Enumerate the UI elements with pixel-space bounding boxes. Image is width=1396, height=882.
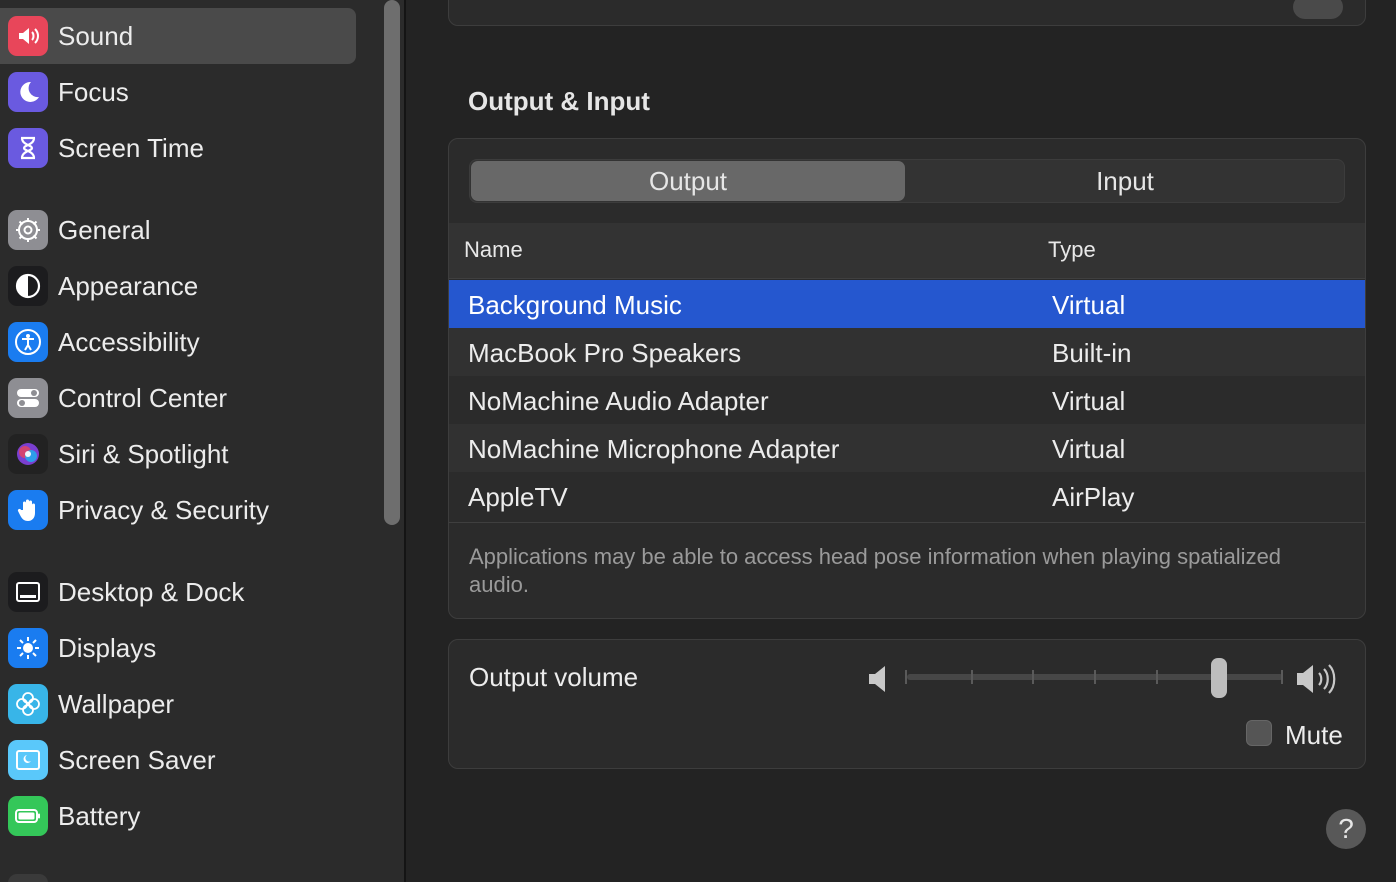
- output-volume-label: Output volume: [469, 662, 639, 692]
- sidebar-item-label: Screen Time: [58, 132, 204, 163]
- sidebar-item-label: Control Center: [58, 382, 228, 413]
- sidebar: Sound Focus Screen Time General Appearan…: [0, 0, 406, 882]
- output-volume-card: Output volume Mute: [448, 639, 1366, 769]
- siri-icon: [8, 434, 48, 474]
- sidebar-item-label: Appearance: [58, 270, 199, 301]
- device-type: Built-in: [1052, 338, 1132, 368]
- sidebar-item-battery[interactable]: Battery: [0, 788, 356, 844]
- sidebar-item-screen-saver[interactable]: Screen Saver: [0, 732, 356, 788]
- sidebar-item-appearance[interactable]: Appearance: [0, 258, 356, 314]
- hand-icon: [8, 490, 48, 530]
- toggle-switch[interactable]: [1293, 0, 1343, 19]
- sidebar-item-label: Displays: [58, 632, 157, 663]
- table-row[interactable]: NoMachine Audio Adapter Virtual: [449, 376, 1365, 424]
- sidebar-item-label: Accessibility: [58, 326, 200, 357]
- sidebar-item-siri-spotlight[interactable]: Siri & Spotlight: [0, 426, 356, 482]
- sun-icon: [8, 628, 48, 668]
- table-divider: [449, 522, 1365, 523]
- hourglass-icon: [8, 128, 48, 168]
- sidebar-item-label: Screen Saver: [58, 744, 216, 775]
- speaker-high-icon: [1297, 664, 1336, 694]
- head-pose-footnote: Applications may be able to access head …: [469, 544, 1282, 597]
- sidebar-item-label: Privacy & Security: [58, 494, 269, 525]
- device-type: Virtual: [1052, 386, 1126, 416]
- sidebar-item-general[interactable]: General: [0, 202, 356, 258]
- dock-icon: [8, 572, 48, 612]
- sidebar-item-label: Focus: [58, 76, 129, 107]
- table-row[interactable]: AppleTV AirPlay: [449, 472, 1365, 520]
- sidebar-item-label: Desktop & Dock: [58, 576, 245, 607]
- help-button[interactable]: ?: [1326, 809, 1366, 849]
- speaker-low-icon: [869, 666, 885, 692]
- sidebar-item-wallpaper[interactable]: Wallpaper: [0, 676, 356, 732]
- slider-tick: [1156, 670, 1158, 684]
- toggles-icon: [8, 378, 48, 418]
- sidebar-item-privacy-security[interactable]: Privacy & Security: [0, 482, 356, 538]
- main-pane: Output & Input Output Input Name Type Ba…: [408, 0, 1396, 882]
- sidebar-item-label: Wallpaper: [58, 688, 175, 719]
- output-input-segmented-control: Output Input: [469, 159, 1345, 203]
- device-type: Virtual: [1052, 290, 1126, 320]
- mute-checkbox[interactable]: [1246, 720, 1272, 746]
- sidebar-item-focus[interactable]: Focus: [0, 64, 356, 120]
- device-name: AppleTV: [468, 482, 568, 512]
- table-row[interactable]: Background Music Virtual: [449, 280, 1365, 328]
- table-row[interactable]: MacBook Pro Speakers Built-in: [449, 328, 1365, 376]
- device-type: AirPlay: [1052, 482, 1135, 512]
- sidebar-item-screen-time[interactable]: Screen Time: [0, 120, 356, 176]
- column-header-type[interactable]: Type: [1048, 237, 1096, 263]
- sidebar-item-sound[interactable]: Sound: [0, 8, 356, 64]
- column-header-name[interactable]: Name: [464, 237, 523, 263]
- sidebar-item-accessibility[interactable]: Accessibility: [0, 314, 356, 370]
- appearance-icon: [8, 266, 48, 306]
- sidebar-item-desktop-dock[interactable]: Desktop & Dock: [0, 564, 356, 620]
- device-name: NoMachine Audio Adapter: [468, 386, 769, 416]
- volume-slider-knob[interactable]: [1211, 658, 1228, 698]
- slider-tick: [1032, 670, 1034, 684]
- sidebar-item-label: Sound: [58, 20, 134, 51]
- slider-tick: [971, 670, 973, 684]
- sidebar-item-label: Battery: [58, 800, 141, 831]
- screensaver-icon: [8, 740, 48, 780]
- output-input-card: Output Input Name Type Background Music …: [448, 138, 1366, 619]
- sidebar-item-label: General: [58, 214, 151, 245]
- accessibility-icon: [8, 322, 48, 362]
- gear-icon: [8, 210, 48, 250]
- table-header: Name Type: [449, 223, 1365, 279]
- previous-settings-card: [448, 0, 1366, 26]
- slider-tick: [905, 670, 907, 684]
- flower-icon: [8, 684, 48, 724]
- device-name: Background Music: [468, 290, 682, 320]
- device-name: NoMachine Microphone Adapter: [468, 434, 840, 464]
- moon-icon: [8, 72, 48, 112]
- slider-tick: [1281, 670, 1283, 684]
- table-row[interactable]: NoMachine Microphone Adapter Virtual: [449, 424, 1365, 472]
- sidebar-scrollbar[interactable]: [384, 0, 400, 525]
- sidebar-item-partial: [8, 874, 48, 882]
- sidebar-item-displays[interactable]: Displays: [0, 620, 356, 676]
- sidebar-item-label: Siri & Spotlight: [58, 438, 229, 469]
- tab-input[interactable]: Input: [906, 161, 1344, 201]
- tab-output[interactable]: Output: [471, 161, 905, 201]
- section-title: Output & Input: [468, 86, 650, 116]
- sidebar-item-control-center[interactable]: Control Center: [0, 370, 356, 426]
- device-type: Virtual: [1052, 434, 1126, 464]
- battery-icon: [8, 796, 48, 836]
- slider-tick: [1094, 670, 1096, 684]
- device-name: MacBook Pro Speakers: [468, 338, 742, 368]
- speaker-icon: [8, 16, 48, 56]
- mute-label: Mute: [1285, 720, 1343, 750]
